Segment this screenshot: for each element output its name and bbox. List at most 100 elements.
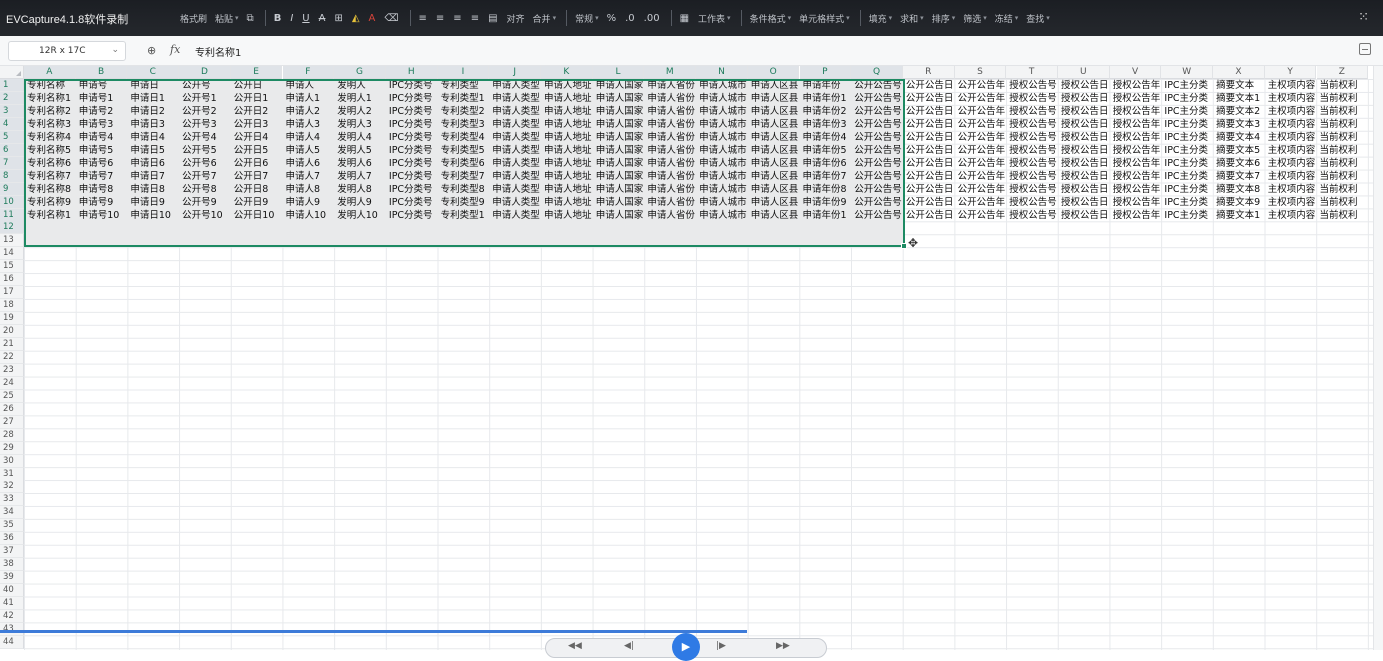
table-cell[interactable]: 授权公告号 bbox=[1006, 196, 1058, 209]
row-header[interactable]: 14 bbox=[0, 247, 24, 261]
table-cell[interactable]: 公开公告年 bbox=[955, 131, 1007, 144]
table-cell[interactable]: 申请人省份 bbox=[644, 144, 696, 157]
table-cell[interactable]: 授权公告号 bbox=[1006, 157, 1058, 170]
table-cell[interactable]: 公开公告年 bbox=[955, 196, 1007, 209]
table-cell[interactable]: IPC分类号 bbox=[386, 157, 438, 170]
table-cell[interactable]: 申请人类型 bbox=[489, 170, 541, 183]
table-cell[interactable]: 专利名称6 bbox=[24, 157, 76, 170]
table-cell[interactable]: 申请人3 bbox=[283, 118, 335, 131]
column-header[interactable]: J bbox=[489, 66, 541, 79]
expand-formula-icon[interactable] bbox=[1359, 43, 1371, 55]
table-cell[interactable]: 公开公告号 bbox=[851, 183, 903, 196]
header-cell[interactable]: 申请人城市 bbox=[696, 79, 748, 92]
row-header[interactable]: 1 bbox=[0, 79, 24, 92]
table-cell[interactable]: 公开公告号 bbox=[851, 144, 903, 157]
table-cell[interactable]: 专利类型8 bbox=[438, 183, 490, 196]
table-cell[interactable]: IPC主分类 bbox=[1161, 209, 1213, 222]
table-cell[interactable]: 申请人区县 bbox=[748, 144, 800, 157]
row-header[interactable]: 16 bbox=[0, 273, 24, 287]
table-cell[interactable]: 申请人地址 bbox=[541, 209, 593, 222]
table-cell[interactable]: 申请号8 bbox=[76, 183, 128, 196]
row-header[interactable]: 36 bbox=[0, 532, 24, 546]
row-header[interactable]: 5 bbox=[0, 130, 24, 144]
row-header[interactable]: 29 bbox=[0, 441, 24, 455]
table-cell[interactable]: 授权公告日 bbox=[1058, 118, 1110, 131]
table-cell[interactable]: 当前权利 bbox=[1317, 92, 1369, 105]
header-cell[interactable]: 申请人类型 bbox=[489, 79, 541, 92]
table-cell[interactable]: 授权公告日 bbox=[1058, 92, 1110, 105]
table-cell[interactable]: 公开公告年 bbox=[955, 209, 1007, 222]
table-cell[interactable]: 申请人地址 bbox=[541, 105, 593, 118]
table-cell[interactable]: 授权公告年 bbox=[1110, 144, 1162, 157]
header-cell[interactable]: IPC主分类 bbox=[1161, 79, 1213, 92]
column-header[interactable]: T bbox=[1006, 66, 1058, 79]
table-cell[interactable]: 申请人城市 bbox=[696, 209, 748, 222]
table-cell[interactable]: 发明人9 bbox=[334, 196, 386, 209]
row-header[interactable]: 18 bbox=[0, 299, 24, 313]
table-cell[interactable]: 发明人3 bbox=[334, 118, 386, 131]
table-cell[interactable]: 专利名称7 bbox=[24, 170, 76, 183]
table-cell[interactable]: 授权公告年 bbox=[1110, 209, 1162, 222]
table-cell[interactable]: IPC分类号 bbox=[386, 170, 438, 183]
row-header[interactable]: 44 bbox=[0, 635, 24, 649]
row-header[interactable]: 23 bbox=[0, 363, 24, 377]
table-cell[interactable]: 申请人国家 bbox=[593, 105, 645, 118]
header-cell[interactable]: 公开公告年 bbox=[955, 79, 1007, 92]
column-header[interactable]: K bbox=[541, 66, 593, 79]
table-cell[interactable]: 摘要文本7 bbox=[1213, 170, 1265, 183]
column-header[interactable]: U bbox=[1058, 66, 1110, 79]
table-cell[interactable]: 申请人地址 bbox=[541, 144, 593, 157]
vertical-scrollbar[interactable] bbox=[1373, 66, 1383, 650]
table-cell[interactable]: 公开公告年 bbox=[955, 144, 1007, 157]
table-cell[interactable]: 申请人城市 bbox=[696, 118, 748, 131]
table-cell[interactable]: 授权公告年 bbox=[1110, 170, 1162, 183]
table-cell[interactable]: 专利名称4 bbox=[24, 131, 76, 144]
row-header[interactable]: 35 bbox=[0, 519, 24, 533]
table-cell[interactable]: IPC分类号 bbox=[386, 105, 438, 118]
row-header[interactable]: 2 bbox=[0, 91, 24, 105]
table-cell[interactable]: 授权公告号 bbox=[1006, 92, 1058, 105]
table-cell[interactable]: 申请人国家 bbox=[593, 170, 645, 183]
table-cell[interactable]: 申请人地址 bbox=[541, 118, 593, 131]
table-cell[interactable]: 申请号3 bbox=[76, 118, 128, 131]
header-cell[interactable]: 发明人 bbox=[334, 79, 386, 92]
ribbon-align[interactable]: 对齐 bbox=[507, 12, 525, 25]
table-cell[interactable]: 公开公告日 bbox=[903, 105, 955, 118]
header-cell[interactable]: 申请人地址 bbox=[541, 79, 593, 92]
row-header[interactable]: 40 bbox=[0, 584, 24, 598]
table-cell[interactable]: 申请日1 bbox=[127, 92, 179, 105]
table-cell[interactable]: 摘要文本9 bbox=[1213, 196, 1265, 209]
table-cell[interactable]: 申请日10 bbox=[127, 209, 179, 222]
column-header[interactable]: E bbox=[230, 66, 283, 79]
header-cell[interactable]: 申请年份 bbox=[800, 79, 852, 92]
table-cell[interactable]: 摘要文本1 bbox=[1213, 209, 1265, 222]
table-cell[interactable]: 申请人区县 bbox=[748, 105, 800, 118]
table-cell[interactable]: 公开号9 bbox=[179, 196, 231, 209]
table-cell[interactable]: 主权项内容 bbox=[1265, 196, 1317, 209]
row-header[interactable]: 41 bbox=[0, 597, 24, 610]
row-header[interactable]: 31 bbox=[0, 467, 24, 481]
table-cell[interactable]: 申请人省份 bbox=[644, 157, 696, 170]
table-cell[interactable]: 主权项内容 bbox=[1265, 144, 1317, 157]
spreadsheet-grid[interactable]: ABCDEFGHIJKLMNOPQRSTUVWXYZ 1 2 3 4 5 6 7 8 9 10 11… bbox=[0, 66, 1383, 650]
table-cell[interactable]: 申请号1 bbox=[76, 92, 128, 105]
table-cell[interactable]: 申请人城市 bbox=[696, 92, 748, 105]
table-cell[interactable]: 摘要文本5 bbox=[1213, 144, 1265, 157]
table-cell[interactable]: 申请人地址 bbox=[541, 131, 593, 144]
row-header[interactable]: 8 bbox=[0, 169, 24, 183]
header-cell[interactable]: 专利类型 bbox=[438, 79, 490, 92]
align-right-icon[interactable]: ≡ bbox=[453, 13, 461, 24]
align-left-icon[interactable]: ≡ bbox=[419, 13, 427, 24]
table-cell[interactable]: IPC分类号 bbox=[386, 209, 438, 222]
table-cell[interactable]: 申请人省份 bbox=[644, 118, 696, 131]
table-cell[interactable]: 公开公告日 bbox=[903, 183, 955, 196]
table-cell[interactable]: 授权公告年 bbox=[1110, 118, 1162, 131]
row-header[interactable]: 39 bbox=[0, 571, 24, 585]
select-all-corner[interactable] bbox=[0, 66, 24, 79]
header-cell[interactable]: 申请人国家 bbox=[593, 79, 645, 92]
ribbon-paste[interactable]: 粘贴 ▾ bbox=[215, 12, 239, 25]
table-cell[interactable]: 申请号10 bbox=[76, 209, 128, 222]
table-cell[interactable]: 专利类型2 bbox=[438, 105, 490, 118]
table-cell[interactable]: 公开号1 bbox=[179, 92, 231, 105]
table-cell[interactable]: 申请人类型 bbox=[489, 118, 541, 131]
